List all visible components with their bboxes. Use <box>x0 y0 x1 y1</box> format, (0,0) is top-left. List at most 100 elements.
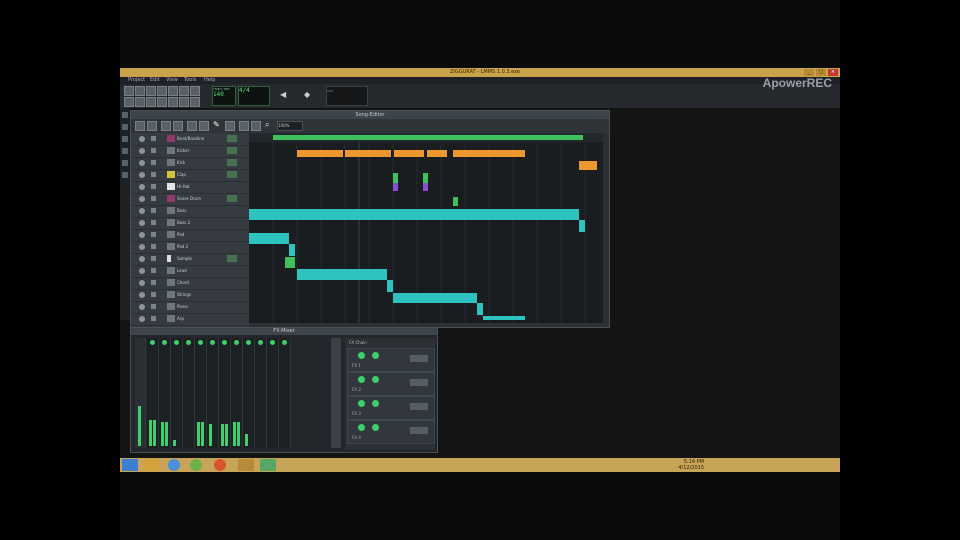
add-sample-track-icon[interactable] <box>199 121 209 131</box>
fx-slot[interactable]: FX 1 <box>347 348 435 372</box>
mixer-channel[interactable] <box>255 338 267 448</box>
mixer-channel[interactable] <box>207 338 219 448</box>
gear-icon[interactable] <box>139 280 145 286</box>
fx-controls-button[interactable] <box>410 379 428 386</box>
pan-knob[interactable] <box>198 340 203 345</box>
track-led[interactable] <box>227 135 237 142</box>
automation-editor-icon[interactable] <box>146 97 156 107</box>
vertical-scrollbar[interactable] <box>603 133 608 323</box>
menu-tools[interactable]: Tools <box>184 77 196 84</box>
mute-icon[interactable] <box>151 208 156 213</box>
mixer-channel[interactable] <box>183 338 195 448</box>
my-projects-icon[interactable] <box>122 124 128 130</box>
edit-mode-icon[interactable] <box>225 121 235 131</box>
maximize-button[interactable]: □ <box>816 69 826 76</box>
mute-icon[interactable] <box>151 280 156 285</box>
track-led[interactable] <box>227 195 237 202</box>
volume-icon[interactable]: ◀ <box>280 90 288 100</box>
note-block[interactable] <box>285 257 295 268</box>
open-project-icon[interactable] <box>135 86 145 96</box>
project-notes-icon[interactable] <box>179 97 189 107</box>
record-play-icon[interactable] <box>173 121 183 131</box>
draw-mode-icon[interactable]: ✎ <box>213 120 223 130</box>
pan-knob[interactable] <box>270 340 275 345</box>
mixer-channel[interactable] <box>147 338 159 448</box>
mixer-channel[interactable] <box>159 338 171 448</box>
my-samples-icon[interactable] <box>122 136 128 142</box>
instruments-icon[interactable] <box>122 112 128 118</box>
gear-icon[interactable] <box>139 160 145 166</box>
pan-knob[interactable] <box>258 340 263 345</box>
redo-icon[interactable] <box>179 86 189 96</box>
mute-icon[interactable] <box>151 304 156 309</box>
loop-range[interactable] <box>273 135 583 140</box>
melody-pattern[interactable] <box>249 233 289 244</box>
gear-icon[interactable] <box>139 232 145 238</box>
note-block[interactable] <box>423 183 428 191</box>
fx-knob[interactable] <box>372 352 379 359</box>
settings-icon[interactable] <box>190 97 200 107</box>
mixer-scrollbar[interactable] <box>331 338 341 448</box>
gear-icon[interactable] <box>139 304 145 310</box>
pan-knob[interactable] <box>246 340 251 345</box>
fx-slot[interactable]: FX 3 <box>347 396 435 420</box>
fx-knob[interactable] <box>372 400 379 407</box>
menu-view[interactable]: View <box>166 77 178 84</box>
undo-icon[interactable] <box>168 86 178 96</box>
gear-icon[interactable] <box>139 244 145 250</box>
pan-knob[interactable] <box>186 340 191 345</box>
melody-pattern[interactable] <box>249 209 579 220</box>
timeline[interactable] <box>249 133 605 142</box>
controller-rack-icon[interactable] <box>168 97 178 107</box>
melody-pattern[interactable] <box>477 303 483 315</box>
mixer-channel[interactable] <box>219 338 231 448</box>
gear-icon[interactable] <box>139 136 145 142</box>
pan-knob[interactable] <box>282 340 287 345</box>
note-block[interactable] <box>393 173 398 183</box>
close-button[interactable]: × <box>828 69 838 76</box>
beat-pattern[interactable] <box>427 150 447 157</box>
mute-icon[interactable] <box>151 196 156 201</box>
mute-icon[interactable] <box>151 244 156 249</box>
mute-icon[interactable] <box>151 220 156 225</box>
mixer-channel[interactable] <box>243 338 255 448</box>
mixer-icon[interactable] <box>157 97 167 107</box>
zoom-select[interactable]: 100% <box>277 121 303 131</box>
app-icon[interactable] <box>214 459 226 471</box>
gear-icon[interactable] <box>139 196 145 202</box>
melody-pattern[interactable] <box>297 269 387 280</box>
my-presets-icon[interactable] <box>122 148 128 154</box>
my-home-icon[interactable] <box>122 160 128 166</box>
piano-roll-icon[interactable] <box>135 97 145 107</box>
chrome-icon[interactable] <box>168 459 180 471</box>
beat-pattern[interactable] <box>297 150 343 157</box>
gear-icon[interactable] <box>139 208 145 214</box>
system-clock[interactable]: 5:14 PM 4/12/2015 <box>678 459 704 471</box>
app-icon[interactable] <box>190 459 202 471</box>
mute-icon[interactable] <box>151 232 156 237</box>
track-led[interactable] <box>227 171 237 178</box>
gear-icon[interactable] <box>139 172 145 178</box>
play-icon[interactable] <box>135 121 145 131</box>
app-icon[interactable] <box>238 459 254 471</box>
pattern-grid[interactable] <box>249 133 605 323</box>
mixer-channel[interactable] <box>267 338 279 448</box>
pan-knob[interactable] <box>162 340 167 345</box>
gear-icon[interactable] <box>139 268 145 274</box>
tool-b-icon[interactable] <box>251 121 261 131</box>
stop-icon[interactable] <box>147 121 157 131</box>
lmms-taskbar-icon[interactable] <box>260 459 276 471</box>
gear-icon[interactable] <box>139 148 145 154</box>
fx-knob[interactable] <box>372 376 379 383</box>
start-icon[interactable] <box>122 459 138 471</box>
gear-icon[interactable] <box>139 316 145 322</box>
root-directory-icon[interactable] <box>122 172 128 178</box>
note-block[interactable] <box>453 197 458 206</box>
melody-pattern[interactable] <box>289 244 295 256</box>
export-icon[interactable] <box>157 86 167 96</box>
track-led[interactable] <box>227 255 237 262</box>
mute-icon[interactable] <box>151 148 156 153</box>
melody-pattern[interactable] <box>387 280 393 292</box>
fx-knob[interactable] <box>358 376 365 383</box>
pan-knob[interactable] <box>222 340 227 345</box>
